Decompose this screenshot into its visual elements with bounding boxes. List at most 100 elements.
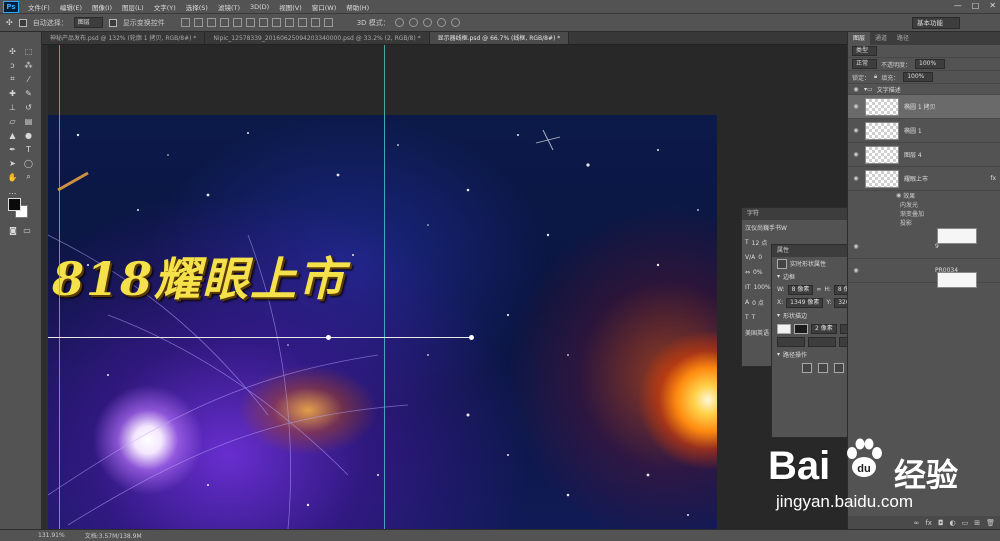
foreground-color-swatch[interactable] bbox=[8, 198, 21, 211]
menu-help[interactable]: 帮助(H) bbox=[341, 2, 374, 12]
distribute-vcenter-icon[interactable] bbox=[271, 18, 281, 27]
screen-mode-icon[interactable]: ▭ bbox=[22, 226, 32, 235]
font-family-field[interactable]: 汉仪尚巍手书W bbox=[742, 220, 858, 235]
quick-mask-icon[interactable]: ◙ bbox=[8, 226, 18, 235]
path-anchor-point[interactable] bbox=[326, 335, 331, 340]
eyedropper-icon[interactable]: ⁄ bbox=[22, 72, 36, 86]
auto-select-dropdown[interactable]: 图层 bbox=[73, 17, 103, 28]
layer-row[interactable]: ◉ 图层 4 bbox=[848, 143, 1000, 167]
slide-3d-icon[interactable] bbox=[436, 18, 446, 27]
distribute-hcenter-icon[interactable] bbox=[310, 18, 320, 27]
stamp-icon[interactable]: ⊥ bbox=[6, 100, 20, 114]
distribute-bottom-icon[interactable] bbox=[284, 18, 294, 27]
maximize-button[interactable]: □ bbox=[972, 1, 980, 10]
headline-text[interactable]: 818耀眼上市 bbox=[52, 243, 346, 309]
layer-row[interactable]: ◉ 9 bbox=[848, 235, 1000, 259]
document-size[interactable]: 文档:3.57M/138.9M bbox=[85, 531, 142, 540]
link-icon[interactable]: ∞ bbox=[816, 286, 821, 293]
distribute-left-icon[interactable] bbox=[297, 18, 307, 27]
fx-icon[interactable]: fx bbox=[990, 175, 996, 182]
menu-view[interactable]: 视图(V) bbox=[274, 2, 307, 12]
roll-3d-icon[interactable] bbox=[408, 18, 418, 27]
move-icon[interactable]: ✣ bbox=[6, 44, 20, 58]
menu-file[interactable]: 文件(F) bbox=[23, 2, 55, 12]
intersect-shape-icon[interactable] bbox=[834, 362, 844, 373]
eye-icon[interactable]: ◉ bbox=[896, 192, 903, 199]
bold-icon[interactable]: T bbox=[745, 314, 749, 321]
shape-properties-icon[interactable] bbox=[777, 258, 787, 269]
marquee-icon[interactable]: ⬚ bbox=[22, 44, 36, 58]
menu-layer[interactable]: 图层(L) bbox=[117, 2, 149, 12]
more-tools-icon[interactable]: … bbox=[6, 184, 20, 198]
menu-window[interactable]: 窗口(W) bbox=[307, 2, 342, 12]
workspace-dropdown[interactable]: 基本功能 bbox=[912, 17, 960, 29]
tab-channels[interactable]: 通道 bbox=[870, 32, 892, 45]
eye-icon[interactable]: ◉ bbox=[852, 175, 860, 182]
effect-inner-glow[interactable]: 内发光 bbox=[848, 200, 1000, 209]
document-tab-active[interactable]: 显示器线框.psd @ 66.7% (线框, RGB/8#) * bbox=[429, 32, 570, 44]
zoom-icon[interactable]: ⌕ bbox=[22, 170, 36, 184]
shape-icon[interactable]: ◯ bbox=[22, 156, 36, 170]
eye-icon[interactable]: ◉ bbox=[852, 86, 860, 93]
layer-row[interactable]: ◉ 椭圆 1 bbox=[848, 119, 1000, 143]
italic-icon[interactable]: T bbox=[752, 314, 756, 321]
effect-drop-shadow[interactable]: 投影 bbox=[848, 218, 1000, 227]
history-brush-icon[interactable]: ↺ bbox=[22, 100, 36, 114]
subtract-shape-icon[interactable] bbox=[818, 362, 828, 373]
menu-edit[interactable]: 编辑(E) bbox=[55, 2, 87, 12]
guide-line[interactable] bbox=[384, 45, 385, 529]
path-select-icon[interactable]: ➤ bbox=[6, 156, 20, 170]
magic-wand-icon[interactable]: ⁂ bbox=[22, 58, 36, 72]
rotate-3d-icon[interactable] bbox=[394, 18, 404, 27]
menu-filter[interactable]: 滤镜(T) bbox=[213, 2, 245, 12]
menu-image[interactable]: 图像(I) bbox=[87, 2, 117, 12]
opacity-field[interactable]: 100% bbox=[915, 59, 946, 69]
combine-shapes-icon[interactable] bbox=[802, 362, 812, 373]
blend-mode-dropdown[interactable]: 正常 bbox=[852, 59, 878, 69]
gradient-icon[interactable]: ▤ bbox=[22, 114, 36, 128]
eye-icon[interactable]: ◉ bbox=[852, 151, 860, 158]
pan-3d-icon[interactable] bbox=[422, 18, 432, 27]
auto-select-checkbox[interactable] bbox=[18, 18, 27, 27]
eye-icon[interactable]: ◉ bbox=[852, 103, 860, 110]
tab-paths[interactable]: 路径 bbox=[892, 32, 914, 45]
fill-field[interactable]: 100% bbox=[903, 72, 934, 82]
layer-group[interactable]: ◉ ▾▭ 文字描述 bbox=[848, 84, 1000, 95]
zoom-level[interactable]: 131.91% bbox=[38, 532, 65, 539]
layer-row[interactable]: ◉ 椭圆 1 拷贝 bbox=[848, 95, 1000, 119]
minimize-button[interactable]: — bbox=[954, 1, 962, 10]
align-top-icon[interactable] bbox=[180, 18, 190, 27]
hand-icon[interactable]: ✋ bbox=[6, 170, 20, 184]
align-hcenter-icon[interactable] bbox=[232, 18, 242, 27]
eye-icon[interactable]: ◉ bbox=[852, 267, 860, 274]
document-tab[interactable]: 神秘产品发布.psd @ 132% (轮廓 1 拷贝, RGB/8#) * bbox=[42, 32, 206, 44]
fill-swatch[interactable] bbox=[777, 323, 791, 334]
eraser-icon[interactable]: ▱ bbox=[6, 114, 20, 128]
distribute-top-icon[interactable] bbox=[258, 18, 268, 27]
eye-icon[interactable]: ◉ bbox=[852, 127, 860, 134]
brush-icon[interactable]: ✎ bbox=[22, 86, 36, 100]
path-anchor-point[interactable] bbox=[469, 335, 474, 340]
guide-line[interactable] bbox=[59, 45, 60, 529]
stroke-swatch[interactable] bbox=[794, 323, 808, 334]
width-field[interactable]: 8 像素 bbox=[787, 284, 814, 295]
scale-3d-icon[interactable] bbox=[450, 18, 460, 27]
layer-row[interactable]: ◉ 耀眼上市 fx bbox=[848, 167, 1000, 191]
crop-icon[interactable]: ⌗ bbox=[6, 72, 20, 86]
align-bottom-icon[interactable] bbox=[206, 18, 216, 27]
menu-select[interactable]: 选择(S) bbox=[181, 2, 213, 12]
effect-gradient-overlay[interactable]: 渐变叠加 bbox=[848, 209, 1000, 218]
type-icon[interactable]: T bbox=[22, 142, 36, 156]
align-right-icon[interactable] bbox=[245, 18, 255, 27]
lasso-icon[interactable]: ↄ bbox=[6, 58, 20, 72]
menu-3d[interactable]: 3D(D) bbox=[245, 3, 274, 11]
document-tab[interactable]: Nipic_12578339_20160625094203340000.psd … bbox=[205, 32, 430, 44]
close-button[interactable]: ✕ bbox=[989, 1, 996, 10]
layer-row[interactable]: ◉ PR0034 bbox=[848, 259, 1000, 283]
align-left-icon[interactable] bbox=[219, 18, 229, 27]
lock-icon[interactable]: 🔒︎ bbox=[874, 73, 877, 81]
dodge-icon[interactable]: ● bbox=[22, 128, 36, 142]
menu-type[interactable]: 文字(Y) bbox=[149, 2, 181, 12]
healing-icon[interactable]: ✚ bbox=[6, 86, 20, 100]
x-field[interactable]: 1349 像素 bbox=[786, 297, 824, 308]
